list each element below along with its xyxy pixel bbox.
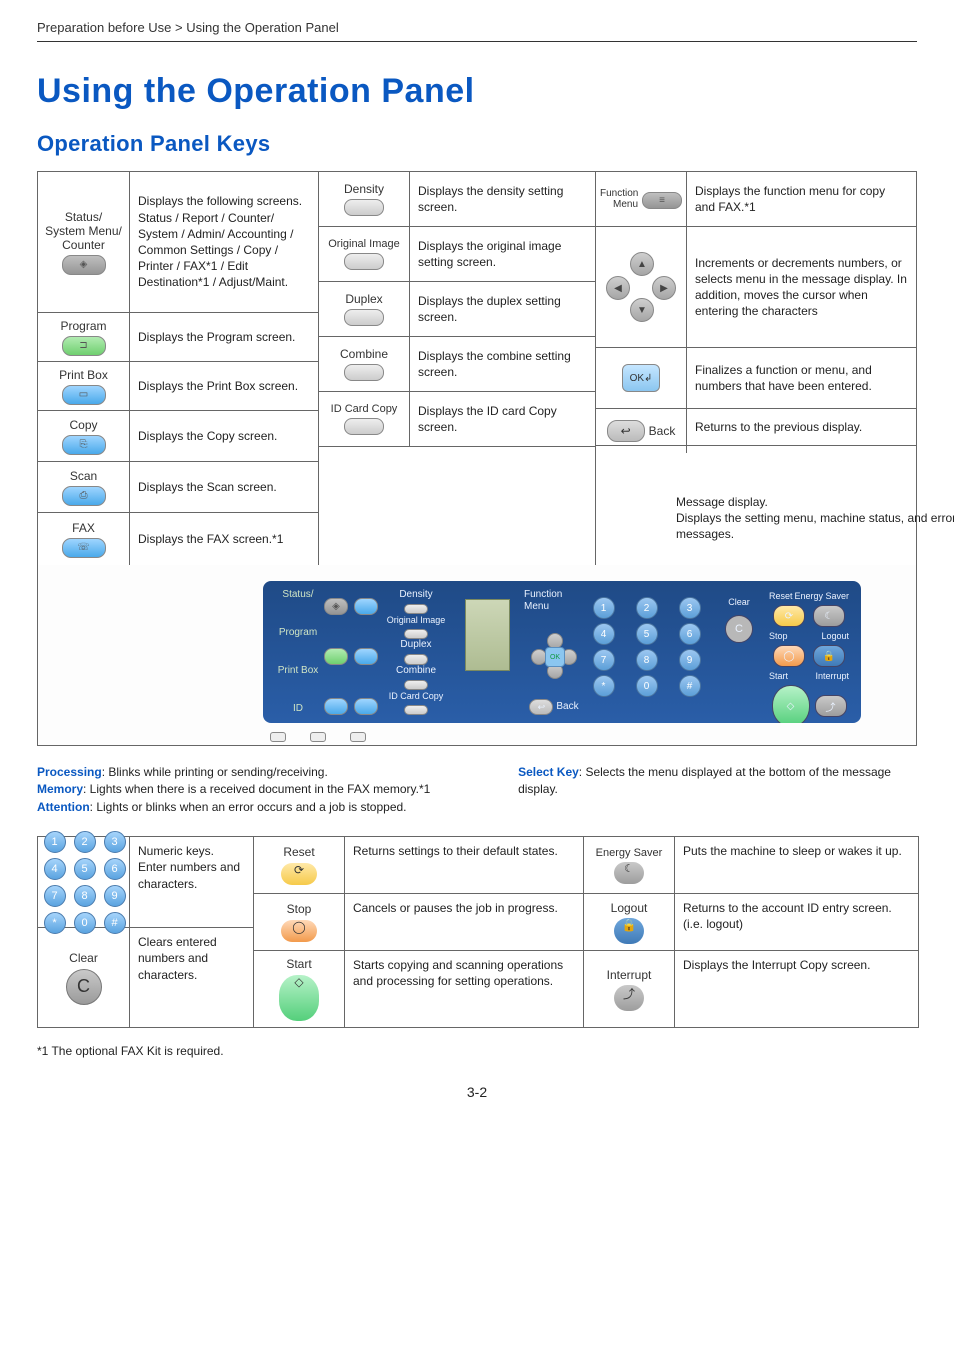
message-display-label: Message display. Displays the setting me… (676, 494, 954, 543)
clear-key: Clear C (38, 928, 130, 1027)
interrupt-key: Interrupt ⤴ (583, 951, 675, 1027)
arrow-keys: ▲ ▼ ◀ ▶ (595, 227, 687, 347)
panel-clear-col: Clear C (709, 589, 769, 715)
page-title: Using the Operation Panel (37, 72, 917, 111)
program-desc: Displays the Program screen. (130, 313, 318, 361)
energy-desc: Puts the machine to sleep or wakes it up… (675, 837, 918, 893)
copy-key: Copy ⎘ (38, 411, 130, 461)
panel-illustration: Status/ Program Print Box ID ◈ Density O… (38, 565, 916, 745)
panel-left-labels: Status/ Program Print Box ID (275, 589, 321, 715)
density-key: Density (318, 172, 410, 226)
original-desc: Displays the original image setting scre… (410, 227, 595, 281)
funcmenu-icon: ≡ (642, 192, 682, 209)
copy-icon: ⎘ (62, 435, 106, 455)
ok-desc: Finalizes a function or menu, and number… (687, 348, 916, 408)
arrow-left-icon: ◀ (606, 276, 630, 300)
program-icon: ⊐ (62, 336, 106, 356)
funcmenu-desc: Displays the function menu for copy and … (687, 172, 916, 226)
original-icon (344, 253, 384, 270)
start-desc: Starts copying and scanning operations a… (345, 951, 583, 1027)
fax-icon: ☏ (62, 538, 106, 558)
ok-icon: OK↲ (622, 364, 660, 392)
fax-key: FAX ☏ (38, 513, 130, 565)
back-icon: ↩ (607, 420, 645, 442)
arrow-down-icon: ▼ (630, 298, 654, 322)
section-title: Operation Panel Keys (37, 131, 917, 157)
density-desc: Displays the density setting screen. (410, 172, 595, 226)
idcard-key: ID Card Copy (318, 392, 410, 446)
stop-key: Stop ◯ (253, 894, 345, 950)
ok-key: OK↲ (595, 348, 687, 408)
idcard-icon (344, 418, 384, 435)
combine-key: Combine (318, 337, 410, 391)
footnote: *1 The optional FAX Kit is required. (37, 1044, 917, 1058)
stop-desc: Cancels or pauses the job in progress. (345, 894, 583, 950)
numeric-keys: 123 456 789 *0# (38, 837, 130, 927)
duplex-key: Duplex (318, 282, 410, 336)
scan-icon: ⎙ (62, 486, 106, 506)
program-key: Program ⊐ (38, 313, 130, 361)
page-number: 3-2 (37, 1084, 917, 1100)
density-icon (344, 199, 384, 216)
panel-right-buttons: ResetEnergy Saver ⟳☾ StopLogout ◯🔒 Start… (769, 589, 849, 715)
duplex-desc: Displays the duplex setting screen. (410, 282, 595, 336)
indicator-leds (270, 732, 366, 742)
indicator-descriptions: Processing: Blinks while printing or sen… (37, 764, 917, 816)
start-key: Start ◇ (253, 951, 345, 1027)
arrow-up-icon: ▲ (630, 252, 654, 276)
printbox-icon: ▭ (62, 385, 106, 405)
printbox-key: Print Box ▭ (38, 362, 130, 410)
printbox-desc: Displays the Print Box screen. (130, 362, 318, 410)
status-desc: Displays the following screens. Status /… (130, 172, 318, 312)
original-key: Original Image (318, 227, 410, 281)
clear-desc: Clears entered numbers and characters. (130, 928, 253, 1027)
lcd-display (465, 599, 510, 671)
scan-desc: Displays the Scan screen. (130, 462, 318, 512)
idcard-desc: Displays the ID card Copy screen. (410, 392, 595, 446)
combine-icon (344, 364, 384, 381)
reset-key: Reset ⟳ (253, 837, 345, 893)
duplex-icon (344, 309, 384, 326)
back-desc: Returns to the previous display. (687, 409, 916, 445)
logout-desc: Returns to the account ID entry screen. … (675, 894, 918, 950)
combine-desc: Displays the combine setting screen. (410, 337, 595, 391)
scan-key: Scan ⎙ (38, 462, 130, 512)
panel-numpad: 123 456 789 *0# (584, 589, 709, 715)
arrow-desc: Increments or decrements numbers, or sel… (687, 227, 916, 347)
logout-key: Logout 🔒 (583, 894, 675, 950)
fax-desc: Displays the FAX screen.*1 (130, 513, 318, 565)
bottom-key-table: 123 456 789 *0# Numeric keys. Enter numb… (37, 836, 919, 1028)
copy-desc: Displays the Copy screen. (130, 411, 318, 461)
funcmenu-key: Function Menu ≡ (595, 172, 687, 226)
arrow-right-icon: ▶ (652, 276, 676, 300)
numeric-desc: Numeric keys. Enter numbers and characte… (130, 837, 253, 927)
diamond-icon: ◈ (62, 255, 106, 275)
breadcrumb: Preparation before Use > Using the Opera… (37, 20, 917, 42)
reset-desc: Returns settings to their default states… (345, 837, 583, 893)
panel-setting-labels: Density Original Image Duplex Combine ID… (381, 589, 451, 715)
energy-key: Energy Saver ☾ (583, 837, 675, 893)
status-key: Status/ System Menu/ Counter ◈ (38, 172, 130, 312)
interrupt-desc: Displays the Interrupt Copy screen. (675, 951, 918, 1027)
main-key-table: Status/ System Menu/ Counter ◈ Displays … (37, 171, 917, 746)
